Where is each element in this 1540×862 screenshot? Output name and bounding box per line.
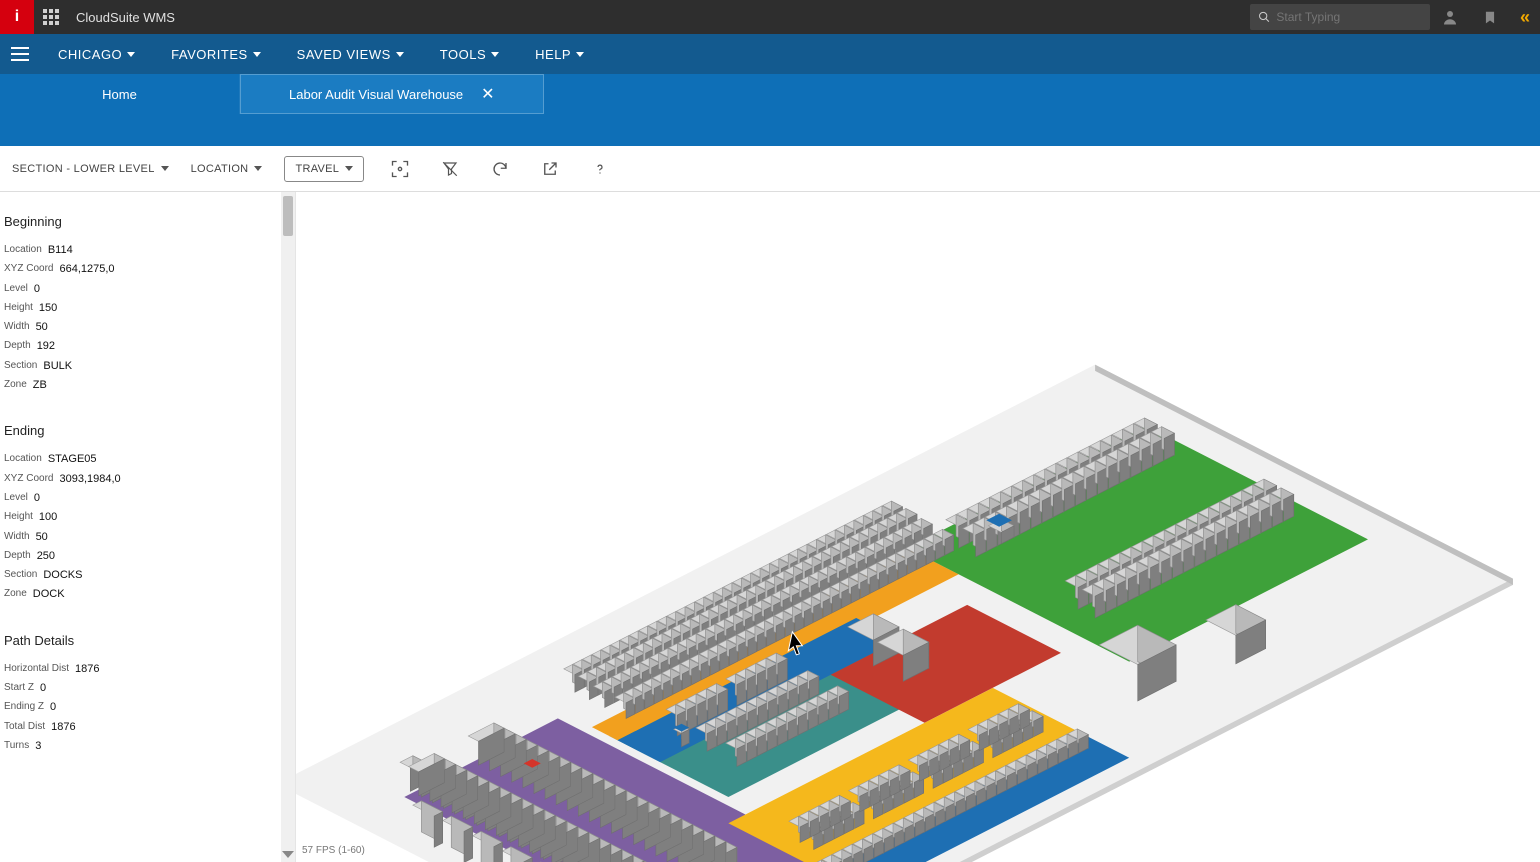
detail-label: Depth: [4, 549, 31, 563]
detail-value: 0: [50, 700, 56, 714]
detail-value: 100: [39, 510, 57, 524]
detail-value: 192: [37, 339, 55, 353]
detail-value: 0: [34, 491, 40, 505]
nav-chicago[interactable]: CHICAGO: [40, 34, 153, 74]
section-path-title: Path Details: [4, 633, 285, 648]
nav-saved-views[interactable]: SAVED VIEWS: [279, 34, 422, 74]
detail-row: Horizontal Dist 1876: [4, 662, 285, 676]
detail-value: 0: [34, 282, 40, 296]
detail-row: Zone ZB: [4, 378, 285, 392]
hamburger-menu-icon[interactable]: [0, 53, 40, 55]
focus-icon[interactable]: [386, 155, 414, 183]
app-launcher-icon[interactable]: [34, 9, 68, 25]
detail-row: Width 50: [4, 530, 285, 544]
detail-value: 50: [36, 530, 48, 544]
section-ending-title: Ending: [4, 423, 285, 438]
detail-value: STAGE05: [48, 452, 97, 466]
tab-labor-audit[interactable]: Labor Audit Visual Warehouse ✕: [240, 74, 544, 114]
detail-value: 250: [37, 549, 55, 563]
detail-value: 1876: [75, 662, 99, 676]
user-icon[interactable]: [1430, 8, 1470, 26]
detail-label: Width: [4, 320, 30, 334]
detail-value: BULK: [43, 359, 72, 373]
tab-home[interactable]: Home: [0, 74, 240, 114]
detail-row: Zone DOCK: [4, 587, 285, 601]
detail-row: Start Z 0: [4, 681, 285, 695]
detail-row: Location STAGE05: [4, 452, 285, 466]
detail-row: XYZ Coord 664,1275,0: [4, 262, 285, 276]
detail-label: Location: [4, 452, 42, 466]
detail-value: 3093,1984,0: [59, 472, 120, 486]
detail-value: 664,1275,0: [59, 262, 114, 276]
open-external-icon[interactable]: [536, 155, 564, 183]
detail-label: Zone: [4, 587, 27, 601]
detail-label: Level: [4, 491, 28, 505]
detail-value: B114: [48, 243, 73, 257]
detail-label: Horizontal Dist: [4, 662, 69, 676]
fps-counter: 57 FPS (1-60): [302, 845, 365, 856]
detail-value: DOCK: [33, 587, 65, 601]
detail-label: Height: [4, 301, 33, 315]
nav-tools[interactable]: TOOLS: [422, 34, 517, 74]
detail-value: 50: [36, 320, 48, 334]
detail-label: Depth: [4, 339, 31, 353]
detail-label: Start Z: [4, 681, 34, 695]
section-beginning-title: Beginning: [4, 214, 285, 229]
close-icon[interactable]: ✕: [481, 84, 494, 104]
filter-off-icon[interactable]: [436, 155, 464, 183]
detail-row: XYZ Coord 3093,1984,0: [4, 472, 285, 486]
refresh-icon[interactable]: [486, 155, 514, 183]
detail-row: Location B114: [4, 243, 285, 257]
detail-label: Turns: [4, 739, 29, 753]
detail-row: Turns 3: [4, 739, 285, 753]
detail-label: Location: [4, 243, 42, 257]
collapse-panel-icon[interactable]: «: [1510, 7, 1540, 28]
detail-row: Level 0: [4, 282, 285, 296]
detail-value: ZB: [33, 378, 47, 392]
detail-row: Section BULK: [4, 359, 285, 373]
global-search[interactable]: [1250, 4, 1430, 30]
detail-value: 1876: [51, 720, 75, 734]
details-panel: Beginning Location B114 XYZ Coord 664,1275,…: [0, 192, 296, 862]
detail-row: Section DOCKS: [4, 568, 285, 582]
dropdown-section[interactable]: SECTION - LOWER LEVEL: [12, 163, 169, 175]
detail-label: Height: [4, 510, 33, 524]
dropdown-travel[interactable]: TRAVEL: [284, 156, 364, 182]
detail-row: Width 50: [4, 320, 285, 334]
detail-label: Total Dist: [4, 720, 45, 734]
nav-help[interactable]: HELP: [517, 34, 602, 74]
detail-value: DOCKS: [43, 568, 82, 582]
detail-label: Level: [4, 282, 28, 296]
app-logo[interactable]: i: [0, 0, 34, 34]
dropdown-location[interactable]: LOCATION: [191, 163, 263, 175]
help-icon[interactable]: [586, 155, 614, 183]
detail-label: XYZ Coord: [4, 472, 53, 486]
detail-row: Depth 192: [4, 339, 285, 353]
detail-label: Section: [4, 568, 37, 582]
search-icon: [1258, 10, 1270, 24]
bookmark-icon[interactable]: [1470, 8, 1510, 26]
detail-row: Ending Z 0: [4, 700, 285, 714]
detail-row: Depth 250: [4, 549, 285, 563]
panel-scrollbar[interactable]: [281, 192, 295, 862]
nav-favorites[interactable]: FAVORITES: [153, 34, 279, 74]
tab-label: Labor Audit Visual Warehouse: [289, 87, 463, 102]
detail-label: Width: [4, 530, 30, 544]
detail-label: Section: [4, 359, 37, 373]
detail-value: 0: [40, 681, 46, 695]
detail-value: 150: [39, 301, 57, 315]
detail-row: Height 100: [4, 510, 285, 524]
app-title: CloudSuite WMS: [76, 10, 175, 25]
detail-value: 3: [35, 739, 41, 753]
detail-row: Total Dist 1876: [4, 720, 285, 734]
detail-row: Height 150: [4, 301, 285, 315]
warehouse-3d-viewport[interactable]: 57 FPS (1-60): [296, 192, 1540, 862]
detail-row: Level 0: [4, 491, 285, 505]
detail-label: Zone: [4, 378, 27, 392]
detail-label: XYZ Coord: [4, 262, 53, 276]
detail-label: Ending Z: [4, 700, 44, 714]
search-input[interactable]: [1276, 10, 1422, 24]
